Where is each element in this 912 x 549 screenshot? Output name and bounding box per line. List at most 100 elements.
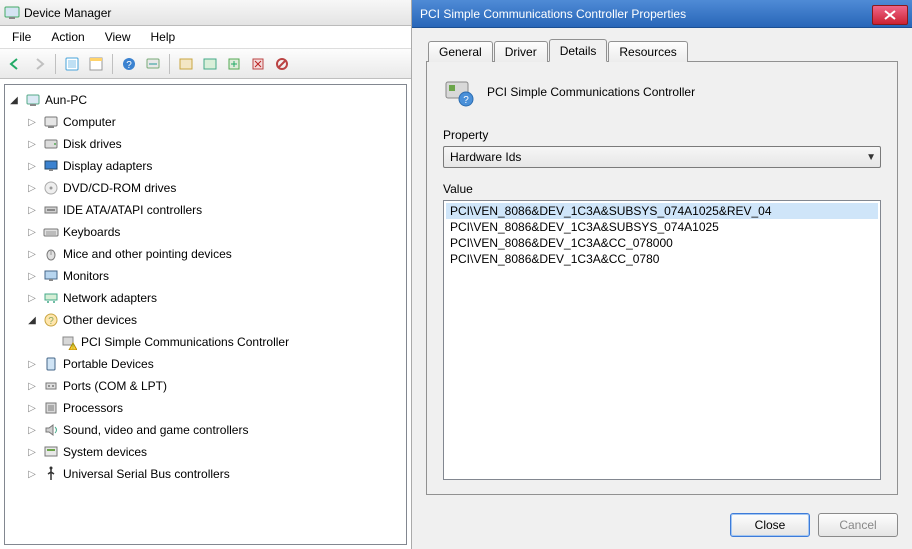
value-field-label: Value	[443, 182, 881, 196]
tree-expander-icon[interactable]: ◢	[25, 313, 39, 327]
properties-pane-icon[interactable]	[85, 53, 107, 75]
view-tree-icon[interactable]	[175, 53, 197, 75]
tree-expander-icon[interactable]: ▷	[25, 225, 39, 239]
tree-item-label: IDE ATA/ATAPI controllers	[63, 203, 202, 217]
back-arrow-icon[interactable]	[4, 53, 26, 75]
view-by-type-icon[interactable]	[199, 53, 221, 75]
tree-expander-icon[interactable]: ▷	[25, 423, 39, 437]
device-tree[interactable]: ◢ Aun-PC ▷ Computer ▷ Disk drives ▷ Disp…	[4, 84, 407, 545]
tree-expander-icon[interactable]: ▷	[25, 115, 39, 129]
tree-category[interactable]: ▷ Computer	[7, 111, 404, 133]
menu-view[interactable]: View	[97, 28, 139, 46]
close-button[interactable]: Close	[730, 513, 810, 537]
tree-category[interactable]: ▷ System devices	[7, 441, 404, 463]
tree-device-item[interactable]: ! PCI Simple Communications Controller	[7, 331, 404, 353]
tree-root[interactable]: ◢ Aun-PC	[7, 89, 404, 111]
disable-icon[interactable]	[271, 53, 293, 75]
devmgr-titlebar: Device Manager	[0, 0, 411, 26]
tab-resources[interactable]: Resources	[608, 41, 687, 62]
other-icon: ?	[43, 312, 59, 328]
show-hidden-icon[interactable]	[61, 53, 83, 75]
value-list-item[interactable]: PCI\VEN_8086&DEV_1C3A&SUBSYS_074A1025	[446, 219, 878, 235]
ports-icon	[43, 378, 59, 394]
toolbar-separator	[112, 54, 113, 74]
tree-expander-icon[interactable]: ▷	[25, 137, 39, 151]
tree-category[interactable]: ▷ Display adapters	[7, 155, 404, 177]
tree-category[interactable]: ▷ Sound, video and game controllers	[7, 419, 404, 441]
network-icon	[43, 290, 59, 306]
tree-expander-icon	[43, 335, 57, 349]
tree-category[interactable]: ▷ Disk drives	[7, 133, 404, 155]
uninstall-icon[interactable]	[247, 53, 269, 75]
tree-category[interactable]: ▷ Network adapters	[7, 287, 404, 309]
toolbar-separator	[169, 54, 170, 74]
tree-item-label: Computer	[63, 115, 116, 129]
property-field-label: Property	[443, 128, 881, 142]
close-icon[interactable]	[872, 5, 908, 25]
help-icon[interactable]: ?	[118, 53, 140, 75]
tree-expander-icon[interactable]: ▷	[25, 401, 39, 415]
props-title: PCI Simple Communications Controller Pro…	[420, 7, 686, 21]
tree-expander-icon[interactable]: ▷	[25, 181, 39, 195]
tree-item-label: Network adapters	[63, 291, 157, 305]
tree-category[interactable]: ▷ Universal Serial Bus controllers	[7, 463, 404, 485]
property-select[interactable]: Hardware Ids ▼	[443, 146, 881, 168]
tree-category[interactable]: ▷ Mice and other pointing devices	[7, 243, 404, 265]
device-manager-window: Device Manager File Action View Help ?	[0, 0, 412, 549]
tree-category[interactable]: ▷ Portable Devices	[7, 353, 404, 375]
tree-item-label: Universal Serial Bus controllers	[63, 467, 230, 481]
tree-expander-icon[interactable]: ▷	[25, 357, 39, 371]
menu-file[interactable]: File	[4, 28, 39, 46]
tree-category[interactable]: ▷ Keyboards	[7, 221, 404, 243]
tree-category[interactable]: ▷ IDE ATA/ATAPI controllers	[7, 199, 404, 221]
ide-icon	[43, 202, 59, 218]
monitor-icon	[43, 268, 59, 284]
tree-expander-icon[interactable]: ▷	[25, 269, 39, 283]
update-driver-icon[interactable]	[223, 53, 245, 75]
tree-item-label: System devices	[63, 445, 147, 459]
forward-arrow-icon[interactable]	[28, 53, 50, 75]
property-select-value: Hardware Ids	[450, 150, 521, 164]
tree-category[interactable]: ▷ Ports (COM & LPT)	[7, 375, 404, 397]
tree-expander-icon[interactable]: ▷	[25, 159, 39, 173]
warning-device-icon: !	[61, 334, 77, 350]
tab-driver[interactable]: Driver	[494, 41, 548, 62]
chevron-down-icon: ▼	[866, 152, 876, 163]
value-listbox[interactable]: PCI\VEN_8086&DEV_1C3A&SUBSYS_074A1025&RE…	[443, 200, 881, 480]
tree-item-label: Monitors	[63, 269, 109, 283]
properties-dialog: PCI Simple Communications Controller Pro…	[412, 0, 912, 549]
portable-icon	[43, 356, 59, 372]
scan-hardware-icon[interactable]	[142, 53, 164, 75]
tree-category[interactable]: ▷ DVD/CD-ROM drives	[7, 177, 404, 199]
tree-category[interactable]: ▷ Processors	[7, 397, 404, 419]
tree-expander-icon[interactable]: ▷	[25, 379, 39, 393]
svg-text:?: ?	[48, 316, 54, 327]
tree-expander-icon[interactable]: ▷	[25, 203, 39, 217]
tree-item-label: Mice and other pointing devices	[63, 247, 232, 261]
tree-expander-icon[interactable]: ▷	[25, 467, 39, 481]
tree-category[interactable]: ◢ ? Other devices	[7, 309, 404, 331]
tree-item-label: Keyboards	[63, 225, 120, 239]
tree-expander-icon[interactable]: ▷	[25, 247, 39, 261]
tree-item-label: Sound, video and game controllers	[63, 423, 248, 437]
tree-item-label: Ports (COM & LPT)	[63, 379, 167, 393]
tree-expander-icon[interactable]: ▷	[25, 291, 39, 305]
tab-details[interactable]: Details	[549, 39, 608, 62]
props-footer: Close Cancel	[412, 503, 912, 549]
menu-help[interactable]: Help	[143, 28, 184, 46]
cancel-button[interactable]: Cancel	[818, 513, 898, 537]
tree-expander-icon[interactable]: ◢	[7, 93, 21, 107]
cpu-icon	[43, 400, 59, 416]
menu-action[interactable]: Action	[43, 28, 92, 46]
value-list-item[interactable]: PCI\VEN_8086&DEV_1C3A&SUBSYS_074A1025&RE…	[446, 203, 878, 219]
tree-expander-icon[interactable]: ▷	[25, 445, 39, 459]
value-list-item[interactable]: PCI\VEN_8086&DEV_1C3A&CC_0780	[446, 251, 878, 267]
tree-item-label: Disk drives	[63, 137, 122, 151]
tab-general[interactable]: General	[428, 41, 493, 62]
value-list-item[interactable]: PCI\VEN_8086&DEV_1C3A&CC_078000	[446, 235, 878, 251]
keyboard-icon	[43, 224, 59, 240]
devmgr-title: Device Manager	[24, 6, 111, 20]
device-name-label: PCI Simple Communications Controller	[487, 85, 695, 99]
tree-category[interactable]: ▷ Monitors	[7, 265, 404, 287]
devmgr-app-icon	[4, 5, 20, 21]
